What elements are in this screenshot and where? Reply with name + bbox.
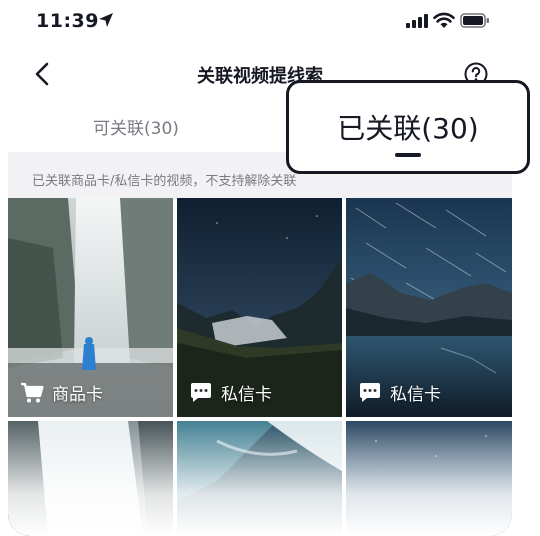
video-tile-night-sky[interactable] (346, 421, 512, 536)
tab-linked-label: 已关联(30) (337, 112, 479, 145)
video-tile-waterfall[interactable]: 商品卡 (8, 198, 173, 417)
wifi-icon (433, 12, 455, 28)
status-bar: 11:39 (8, 0, 512, 44)
ocean-wave-thumbnail (177, 421, 342, 536)
card-label: 商品卡 (52, 385, 103, 405)
video-grid: 商品卡 私信卡 私信卡 (8, 198, 512, 536)
tab-available[interactable]: 可关联(30) (66, 114, 206, 139)
battery-icon (460, 13, 489, 28)
video-tile-star-trails[interactable]: 私信卡 (346, 198, 512, 417)
chat-bubble-icon (191, 382, 211, 402)
card-label: 私信卡 (390, 385, 441, 405)
notice-text: 已关联商品卡/私信卡的视频，不支持解除关联 (32, 174, 297, 189)
product-card-tag: 商品卡 (20, 380, 103, 405)
night-sky-thumbnail (346, 421, 512, 536)
tab-linked[interactable]: 已关联(30) (286, 80, 530, 174)
video-tile-waterfall-closeup[interactable] (8, 421, 173, 536)
active-tab-indicator (395, 153, 421, 157)
status-time: 11:39 (36, 10, 99, 32)
video-tile-mountains[interactable]: 私信卡 (177, 198, 342, 417)
card-label: 私信卡 (221, 385, 272, 405)
message-card-tag: 私信卡 (358, 380, 441, 405)
cart-icon (21, 382, 44, 402)
location-arrow-icon (99, 13, 113, 27)
message-card-tag: 私信卡 (189, 380, 272, 405)
cellular-signal-icon (406, 14, 428, 28)
waterfall-closeup-thumbnail (8, 421, 173, 536)
chat-bubble-icon (360, 382, 380, 402)
video-tile-ocean-wave[interactable] (177, 421, 342, 536)
